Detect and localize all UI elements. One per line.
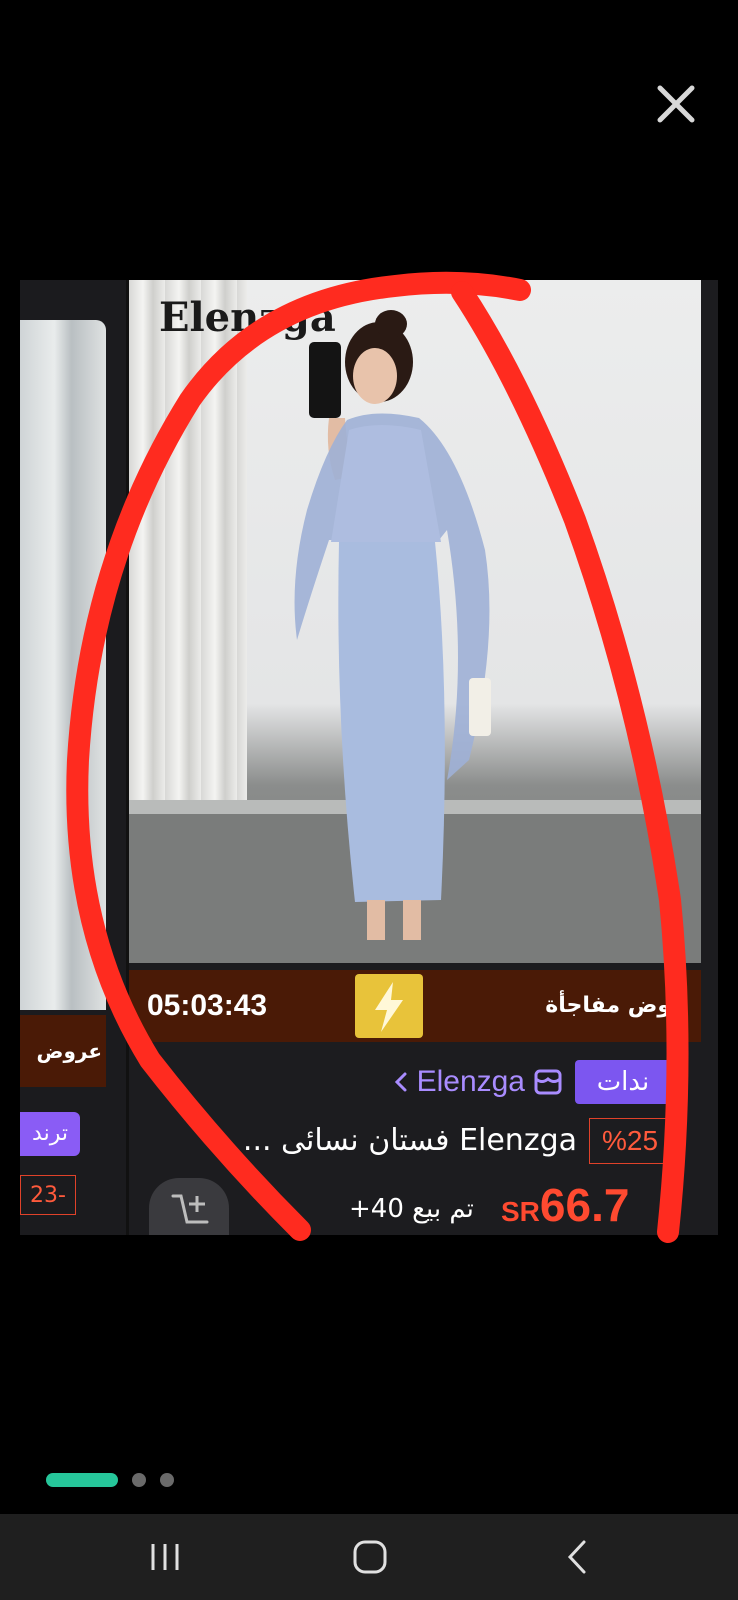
store-row: ندات Elenzga <box>129 1060 701 1104</box>
countdown-timer: 05:03:43 <box>147 989 268 1022</box>
product-title[interactable]: Elenzga فستان نسائى ... <box>243 1118 577 1164</box>
close-button[interactable] <box>652 80 700 128</box>
add-to-cart-button[interactable] <box>149 1178 229 1235</box>
recent-apps-button[interactable] <box>135 1534 195 1580</box>
product-card[interactable]: Elenzga 05:03:43 وض مفاجأة ندات Elenzga … <box>126 280 701 1235</box>
neighbor-discount-tag: 23- <box>20 1175 76 1215</box>
neighbor-flash-banner: عروض <box>20 1015 106 1087</box>
add-to-cart-icon <box>171 1194 209 1224</box>
trend-badge: ندات <box>575 1060 671 1104</box>
home-button[interactable] <box>340 1534 400 1580</box>
discount-tag: %25 <box>589 1118 671 1164</box>
product-title-row: %25 Elenzga فستان نسائى ... <box>129 1118 701 1166</box>
recent-apps-icon <box>151 1544 179 1570</box>
page-indicator <box>46 1472 174 1488</box>
price-amount: 66.7 <box>539 1179 630 1231</box>
chevron-left-icon <box>394 1072 407 1092</box>
back-icon <box>567 1540 586 1574</box>
store-link[interactable]: Elenzga <box>393 1060 563 1104</box>
home-icon <box>353 1540 387 1574</box>
model-in-dress-illustration <box>129 310 701 963</box>
page-dot-active <box>46 1473 118 1487</box>
page-dot <box>132 1473 146 1487</box>
flash-sale-banner: 05:03:43 وض مفاجأة <box>129 970 701 1042</box>
price-currency: SR <box>501 1196 540 1227</box>
screenshot-image: عروض ترند 23- Elenzga 05:03:43 وض مفاجأة… <box>20 280 718 1235</box>
navigation-bar <box>0 1514 738 1600</box>
close-icon <box>657 85 695 123</box>
back-button[interactable] <box>548 1534 608 1580</box>
page-dot <box>160 1473 174 1487</box>
image-viewer: عروض ترند 23- Elenzga 05:03:43 وض مفاجأة… <box>0 0 738 1600</box>
flash-sale-label: وض مفاجأة <box>545 993 671 1018</box>
product-photo[interactable]: Elenzga <box>129 280 701 963</box>
product-price: SR66.7 <box>501 1178 629 1232</box>
neighbor-product-card[interactable]: عروض ترند 23- <box>20 280 128 1235</box>
store-icon <box>534 1069 562 1095</box>
neighbor-trend-badge: ترند <box>20 1112 80 1156</box>
store-name: Elenzga <box>416 1065 525 1098</box>
sold-count: تم بيع 40+ <box>349 1194 474 1224</box>
neighbor-product-photo <box>20 320 106 1010</box>
lightning-icon <box>355 974 423 1038</box>
price-row: تم بيع 40+ SR66.7 <box>129 1178 701 1235</box>
